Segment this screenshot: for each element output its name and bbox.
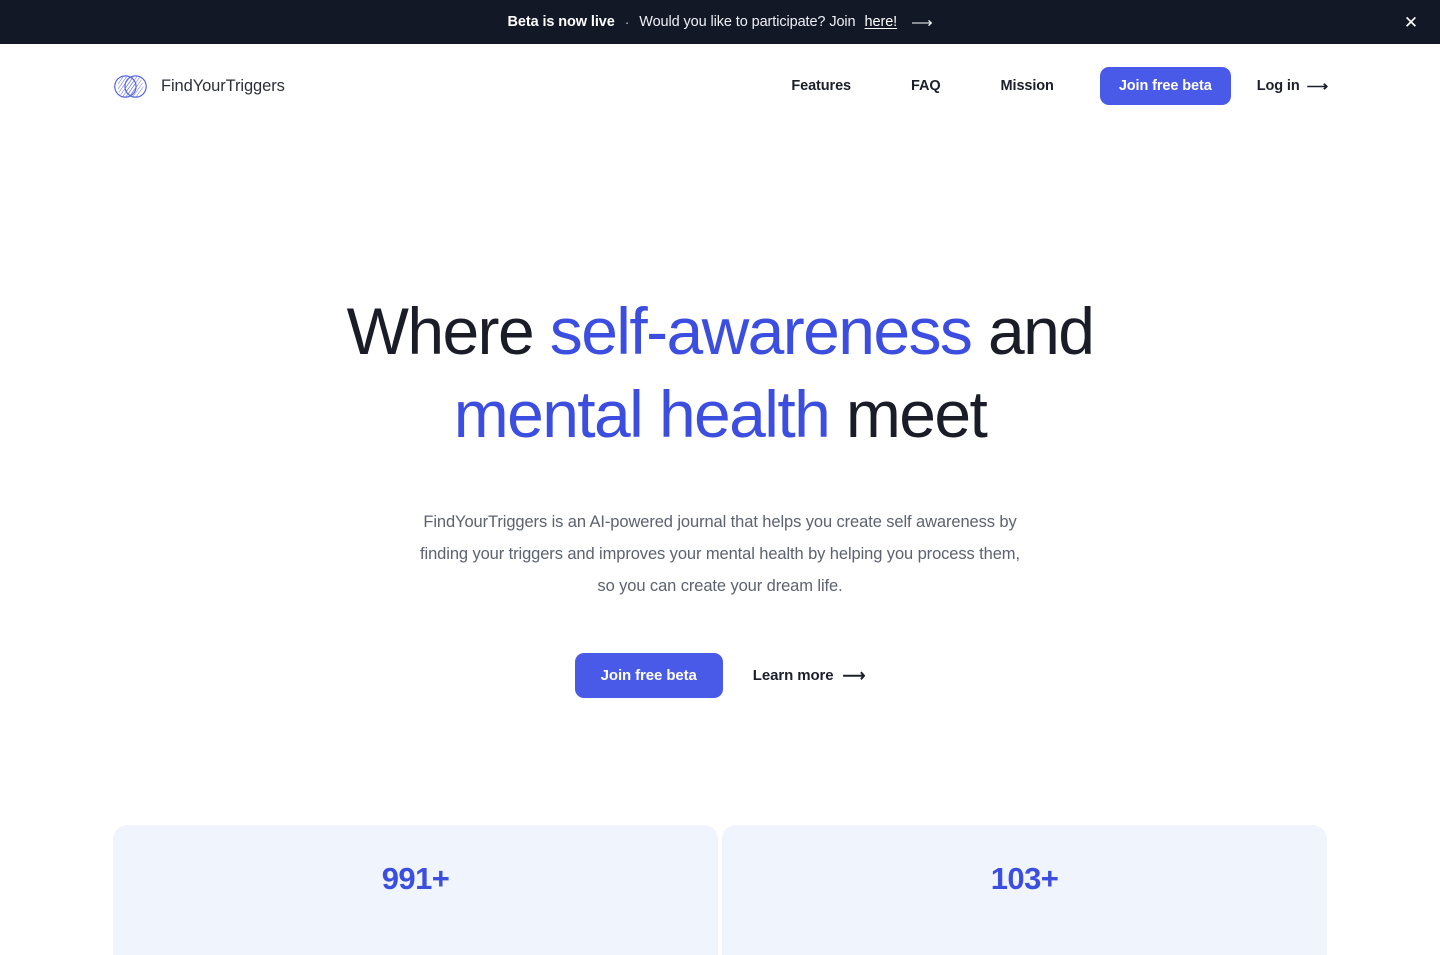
hero-subtitle: FindYourTriggers is an AI-powered journa… — [420, 513, 1020, 595]
hero-title-text-2: and — [971, 294, 1095, 368]
hero-title-text-3: meet — [829, 377, 988, 451]
venn-logo-icon — [112, 68, 149, 105]
join-free-beta-button-hero[interactable]: Join free beta — [574, 653, 723, 698]
learn-more-link[interactable]: Learn more ⟶ — [753, 666, 866, 686]
page-title: Where self-awareness and mental health m… — [0, 298, 1440, 447]
stat-card: 103+ — [722, 825, 1327, 955]
close-icon[interactable]: ✕ — [1396, 7, 1426, 37]
hero-title-highlight-1: self-awareness — [549, 294, 973, 368]
hero-title-text-1: Where — [346, 294, 550, 368]
arrow-right-icon: ⟶ — [1306, 78, 1329, 95]
learn-more-label: Learn more — [752, 667, 834, 684]
hero-section: Where self-awareness and mental health m… — [0, 128, 1440, 698]
arrow-right-icon: ⟶ — [842, 667, 866, 685]
announcement-banner: Beta is now live · Would you like to par… — [0, 0, 1440, 44]
nav-item-faq[interactable]: FAQ — [881, 70, 971, 102]
announcement-banner-content: Beta is now live · Would you like to par… — [507, 13, 933, 32]
stat-value: 991+ — [381, 861, 450, 896]
banner-separator: · — [624, 14, 630, 30]
nav-item-mission[interactable]: Mission — [971, 70, 1084, 102]
join-free-beta-button-header[interactable]: Join free beta — [1099, 67, 1231, 105]
stat-value: 103+ — [990, 861, 1059, 896]
banner-headline: Beta is now live — [507, 14, 615, 30]
hero-title-line-2: mental health meet — [0, 381, 1440, 447]
login-link[interactable]: Log in ⟶ — [1257, 77, 1328, 95]
hero-title-line-1: Where self-awareness and — [0, 298, 1440, 364]
primary-nav: Features FAQ Mission Join free beta Log … — [761, 67, 1328, 105]
brand-name: FindYourTriggers — [161, 76, 285, 95]
site-header: FindYourTriggers Features FAQ Mission Jo… — [0, 44, 1440, 128]
login-label: Log in — [1256, 78, 1300, 94]
banner-here-link[interactable]: here! — [865, 14, 898, 30]
brand-logo-link[interactable]: FindYourTriggers — [112, 68, 285, 105]
hero-actions: Join free beta Learn more ⟶ — [0, 653, 1440, 698]
stat-card: 991+ — [113, 825, 718, 955]
nav-item-features[interactable]: Features — [761, 70, 881, 102]
banner-message: Would you like to participate? Join — [639, 14, 856, 30]
hero-title-highlight-2: mental health — [453, 377, 831, 451]
arrow-right-icon: ⟶ — [911, 14, 933, 32]
stats-section: 991+ 103+ — [113, 825, 1327, 955]
